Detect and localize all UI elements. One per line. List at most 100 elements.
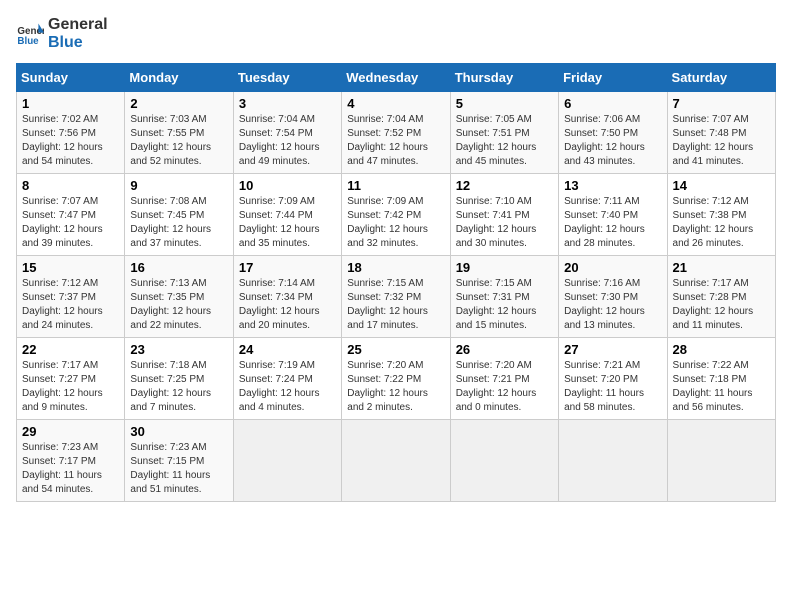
day-info: Sunrise: 7:14 AM Sunset: 7:34 PM Dayligh… bbox=[239, 277, 336, 333]
day-cell: 19Sunrise: 7:15 AM Sunset: 7:31 PM Dayli… bbox=[450, 256, 558, 338]
day-cell: 9Sunrise: 7:08 AM Sunset: 7:45 PM Daylig… bbox=[125, 174, 233, 256]
day-cell: 12 Sunrise: 7:10 AM Sunset: 7:41 PM Dayli… bbox=[450, 174, 558, 256]
logo: General Blue General Blue bbox=[16, 16, 108, 51]
day-number: 4 bbox=[347, 96, 444, 111]
day-number: 19 bbox=[456, 260, 553, 275]
day-number: 23 bbox=[130, 342, 227, 357]
day-number: 2 bbox=[130, 96, 227, 111]
day-info: Sunrise: 7:17 AM Sunset: 7:27 PM Dayligh… bbox=[22, 359, 119, 415]
day-number: 7 bbox=[673, 96, 770, 111]
week-row-5: 29Sunrise: 7:23 AM Sunset: 7:17 PM Dayli… bbox=[17, 420, 776, 502]
day-number: 11 bbox=[347, 178, 444, 193]
calendar-header: SundayMondayTuesdayWednesdayThursdayFrid… bbox=[17, 64, 776, 92]
day-cell bbox=[559, 420, 667, 502]
day-info: Sunrise: 7:15 AM Sunset: 7:32 PM Dayligh… bbox=[347, 277, 444, 333]
day-number: 20 bbox=[564, 260, 661, 275]
day-cell bbox=[450, 420, 558, 502]
day-cell: 25 Sunrise: 7:20 AM Sunset: 7:22 PM Dayli… bbox=[342, 338, 450, 420]
day-info: Sunrise: 7:02 AM Sunset: 7:56 PM Dayligh… bbox=[22, 113, 119, 169]
day-number: 28 bbox=[673, 342, 770, 357]
day-number: 17 bbox=[239, 260, 336, 275]
day-number: 12 bbox=[456, 178, 553, 193]
day-info: Sunrise: 7:20 AM Sunset: 7:21 PM Dayligh… bbox=[456, 359, 553, 415]
day-info: Sunrise: 7:13 AM Sunset: 7:35 PM Dayligh… bbox=[130, 277, 227, 333]
day-info: Sunrise: 7:07 AM Sunset: 7:48 PM Dayligh… bbox=[673, 113, 770, 169]
day-number: 21 bbox=[673, 260, 770, 275]
day-cell: 15Sunrise: 7:12 AM Sunset: 7:37 PM Dayli… bbox=[17, 256, 125, 338]
day-number: 18 bbox=[347, 260, 444, 275]
day-cell: 1 Sunrise: 7:02 AM Sunset: 7:56 PM Daylig… bbox=[17, 92, 125, 174]
day-cell: 22 Sunrise: 7:17 AM Sunset: 7:27 PM Dayli… bbox=[17, 338, 125, 420]
day-cell: 4 Sunrise: 7:04 AM Sunset: 7:52 PM Daylig… bbox=[342, 92, 450, 174]
day-cell: 13 Sunrise: 7:11 AM Sunset: 7:40 PM Dayli… bbox=[559, 174, 667, 256]
day-number: 22 bbox=[22, 342, 119, 357]
day-info: Sunrise: 7:09 AM Sunset: 7:42 PM Dayligh… bbox=[347, 195, 444, 251]
day-cell: 30 Sunrise: 7:23 AM Sunset: 7:15 PM Dayli… bbox=[125, 420, 233, 502]
day-info: Sunrise: 7:11 AM Sunset: 7:40 PM Dayligh… bbox=[564, 195, 661, 251]
day-info: Sunrise: 7:07 AM Sunset: 7:47 PM Dayligh… bbox=[22, 195, 119, 251]
day-info: Sunrise: 7:21 AM Sunset: 7:20 PM Dayligh… bbox=[564, 359, 661, 415]
day-number: 26 bbox=[456, 342, 553, 357]
day-info: Sunrise: 7:17 AM Sunset: 7:28 PM Dayligh… bbox=[673, 277, 770, 333]
day-cell: 28 Sunrise: 7:22 AM Sunset: 7:18 PM Dayli… bbox=[667, 338, 775, 420]
day-number: 24 bbox=[239, 342, 336, 357]
logo-line2: Blue bbox=[48, 34, 108, 52]
day-cell bbox=[233, 420, 341, 502]
day-info: Sunrise: 7:20 AM Sunset: 7:22 PM Dayligh… bbox=[347, 359, 444, 415]
header-cell-friday: Friday bbox=[559, 64, 667, 92]
day-number: 25 bbox=[347, 342, 444, 357]
week-row-3: 15Sunrise: 7:12 AM Sunset: 7:37 PM Dayli… bbox=[17, 256, 776, 338]
day-number: 13 bbox=[564, 178, 661, 193]
day-cell: 21 Sunrise: 7:17 AM Sunset: 7:28 PM Dayli… bbox=[667, 256, 775, 338]
day-cell: 23 Sunrise: 7:18 AM Sunset: 7:25 PM Dayli… bbox=[125, 338, 233, 420]
day-number: 8 bbox=[22, 178, 119, 193]
day-info: Sunrise: 7:04 AM Sunset: 7:52 PM Dayligh… bbox=[347, 113, 444, 169]
day-number: 5 bbox=[456, 96, 553, 111]
day-cell: 27Sunrise: 7:21 AM Sunset: 7:20 PM Dayli… bbox=[559, 338, 667, 420]
day-info: Sunrise: 7:16 AM Sunset: 7:30 PM Dayligh… bbox=[564, 277, 661, 333]
day-cell: 7 Sunrise: 7:07 AM Sunset: 7:48 PM Daylig… bbox=[667, 92, 775, 174]
day-info: Sunrise: 7:12 AM Sunset: 7:37 PM Dayligh… bbox=[22, 277, 119, 333]
day-info: Sunrise: 7:23 AM Sunset: 7:17 PM Dayligh… bbox=[22, 441, 119, 497]
day-number: 14 bbox=[673, 178, 770, 193]
day-cell: 17 Sunrise: 7:14 AM Sunset: 7:34 PM Dayli… bbox=[233, 256, 341, 338]
day-cell bbox=[342, 420, 450, 502]
day-cell: 2 Sunrise: 7:03 AM Sunset: 7:55 PM Daylig… bbox=[125, 92, 233, 174]
header-cell-wednesday: Wednesday bbox=[342, 64, 450, 92]
day-info: Sunrise: 7:23 AM Sunset: 7:15 PM Dayligh… bbox=[130, 441, 227, 497]
day-info: Sunrise: 7:10 AM Sunset: 7:41 PM Dayligh… bbox=[456, 195, 553, 251]
day-cell: 6Sunrise: 7:06 AM Sunset: 7:50 PM Daylig… bbox=[559, 92, 667, 174]
day-number: 6 bbox=[564, 96, 661, 111]
day-number: 30 bbox=[130, 424, 227, 439]
day-cell: 26 Sunrise: 7:20 AM Sunset: 7:21 PM Dayli… bbox=[450, 338, 558, 420]
day-info: Sunrise: 7:04 AM Sunset: 7:54 PM Dayligh… bbox=[239, 113, 336, 169]
day-info: Sunrise: 7:19 AM Sunset: 7:24 PM Dayligh… bbox=[239, 359, 336, 415]
logo-line1: General bbox=[48, 16, 108, 34]
day-info: Sunrise: 7:08 AM Sunset: 7:45 PM Dayligh… bbox=[130, 195, 227, 251]
week-row-2: 8 Sunrise: 7:07 AM Sunset: 7:47 PM Daylig… bbox=[17, 174, 776, 256]
day-cell: 16Sunrise: 7:13 AM Sunset: 7:35 PM Dayli… bbox=[125, 256, 233, 338]
day-cell: 8 Sunrise: 7:07 AM Sunset: 7:47 PM Daylig… bbox=[17, 174, 125, 256]
header-row: SundayMondayTuesdayWednesdayThursdayFrid… bbox=[17, 64, 776, 92]
header-cell-tuesday: Tuesday bbox=[233, 64, 341, 92]
day-info: Sunrise: 7:12 AM Sunset: 7:38 PM Dayligh… bbox=[673, 195, 770, 251]
day-number: 3 bbox=[239, 96, 336, 111]
day-info: Sunrise: 7:05 AM Sunset: 7:51 PM Dayligh… bbox=[456, 113, 553, 169]
svg-text:Blue: Blue bbox=[17, 35, 39, 46]
header-cell-monday: Monday bbox=[125, 64, 233, 92]
day-info: Sunrise: 7:22 AM Sunset: 7:18 PM Dayligh… bbox=[673, 359, 770, 415]
day-cell: 18 Sunrise: 7:15 AM Sunset: 7:32 PM Dayli… bbox=[342, 256, 450, 338]
day-info: Sunrise: 7:03 AM Sunset: 7:55 PM Dayligh… bbox=[130, 113, 227, 169]
day-cell: 24 Sunrise: 7:19 AM Sunset: 7:24 PM Dayli… bbox=[233, 338, 341, 420]
day-cell: 14 Sunrise: 7:12 AM Sunset: 7:38 PM Dayli… bbox=[667, 174, 775, 256]
day-cell: 3 Sunrise: 7:04 AM Sunset: 7:54 PM Daylig… bbox=[233, 92, 341, 174]
header: General Blue General Blue bbox=[16, 16, 776, 51]
day-cell: 10Sunrise: 7:09 AM Sunset: 7:44 PM Dayli… bbox=[233, 174, 341, 256]
header-cell-saturday: Saturday bbox=[667, 64, 775, 92]
day-number: 1 bbox=[22, 96, 119, 111]
calendar-table: SundayMondayTuesdayWednesdayThursdayFrid… bbox=[16, 63, 776, 502]
calendar-body: 1 Sunrise: 7:02 AM Sunset: 7:56 PM Daylig… bbox=[17, 92, 776, 502]
week-row-4: 22 Sunrise: 7:17 AM Sunset: 7:27 PM Dayli… bbox=[17, 338, 776, 420]
week-row-1: 1 Sunrise: 7:02 AM Sunset: 7:56 PM Daylig… bbox=[17, 92, 776, 174]
day-info: Sunrise: 7:18 AM Sunset: 7:25 PM Dayligh… bbox=[130, 359, 227, 415]
